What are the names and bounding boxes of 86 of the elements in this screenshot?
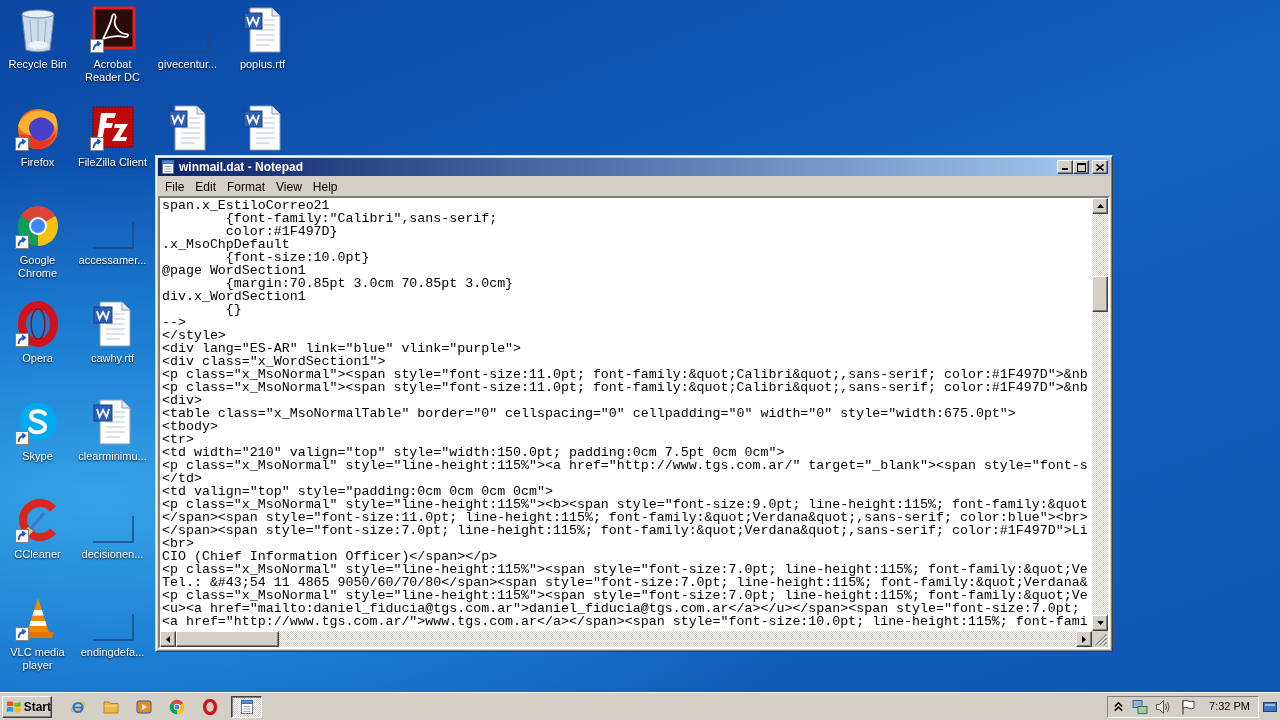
scroll-down-button[interactable] xyxy=(1092,615,1108,631)
title-bar[interactable]: winmail.dat - Notepad xyxy=(158,158,1110,176)
close-button[interactable] xyxy=(1092,160,1108,174)
text-line: <div> xyxy=(162,393,202,408)
taskbar-window-button[interactable] xyxy=(231,695,262,718)
text-line: @page WordSection1 xyxy=(162,263,306,278)
text-line: <a href="http://www.tgs.com.ar/">www.tgs.com.ar</a></span><span style="font-size:10.0pt; line-height:115%; font-fami xyxy=(162,614,1088,629)
size-grip-icon[interactable] xyxy=(1095,634,1107,646)
text-line: color:#1F497D} xyxy=(225,224,338,239)
scroll-right-button[interactable] xyxy=(1076,631,1092,647)
scroll-up-button[interactable] xyxy=(1092,198,1108,214)
desktop-icon-label[interactable]: accessamer... xyxy=(78,254,147,267)
window-title: winmail.dat - Notepad xyxy=(179,161,303,173)
scrollbar-thumb[interactable] xyxy=(1092,276,1108,312)
text-line: {font-family:"Calibri",sans-serif; xyxy=(225,211,498,226)
desktop-icon-label[interactable]: cawhy.rtf xyxy=(90,352,135,365)
flag-icon[interactable] xyxy=(1180,698,1197,715)
text-line: <tbody> xyxy=(162,419,218,434)
text-line: {margin:70.85pt 3.0cm 70.85pt 3.0cm} xyxy=(225,276,514,291)
text-line: .x_MsoChpDefault xyxy=(162,237,290,252)
clock[interactable]: 7:32 PM xyxy=(1209,701,1250,712)
minimize-button[interactable] xyxy=(1057,160,1073,174)
show-desktop-icon xyxy=(1263,701,1277,712)
maximize-button[interactable] xyxy=(1073,160,1089,174)
speaker-icon[interactable] xyxy=(1155,698,1172,715)
text-line: div.x_WordSection1 xyxy=(162,289,306,304)
chrome-icon xyxy=(169,698,185,715)
text-line: </style> xyxy=(162,328,226,343)
windows-logo-icon xyxy=(6,699,22,714)
scroll-left-button[interactable] xyxy=(160,631,176,647)
media-player-icon xyxy=(136,698,152,715)
text-line: <tr> xyxy=(162,432,194,447)
text-line: CIO (Chief Information Officer)</span></p> xyxy=(162,549,498,564)
opera-icon xyxy=(202,698,218,715)
menu-item[interactable]: Edit xyxy=(190,178,222,195)
text-line: <td valign="top" style="padding:0cm 0cm 0cm 0cm"> xyxy=(162,484,553,499)
menu-item[interactable]: File xyxy=(160,178,190,195)
up-arrow-icon xyxy=(1096,204,1104,208)
text-line: <td width="210" valign="top" style="width:150.0pt; padding:0cm 7.5pt 0cm 0cm"> xyxy=(162,445,785,460)
close-icon xyxy=(1096,163,1104,171)
desktop-icon-label[interactable]: Google Chrome xyxy=(0,254,75,280)
text-line: <p class="x_MsoNormal"><span style="font-size:11.0pt; font-family:&quot;Calibri&quot;,sans-serif; color:#1F497D">&nb xyxy=(162,367,1088,382)
horizontal-scrollbar[interactable] xyxy=(160,631,1092,647)
desktop-icon-label[interactable]: endingdefa... xyxy=(80,646,145,659)
text-line: span.x_EstiloCorreo21 xyxy=(162,198,330,213)
text-line: <p class="x_MsoNormal"><span style="font-size:11.0pt; font-family:&quot;Calibri&quot;,sans-serif; color:#1F497D">&nb xyxy=(162,380,1088,395)
menu-item[interactable]: Help xyxy=(307,178,343,195)
desktop-icon-label[interactable]: Opera xyxy=(22,352,53,365)
text-line: <div lang="ES-AR" link="blue" vlink="purple"> xyxy=(162,341,522,356)
start-button[interactable]: Start xyxy=(2,695,52,718)
left-arrow-icon xyxy=(166,635,170,643)
menu-item[interactable]: View xyxy=(271,178,307,195)
text-line: <p class="x_MsoNormal" style="line-height:115%"><span style="font-size:7.0pt; line-height:115%; font-family:&quot;Ve xyxy=(162,588,1088,603)
text-line: <table class="x_MsoNormalTable" border="0" cellspacing="0" cellpadding="0" width="0" style="width:675.0pt"> xyxy=(162,406,1016,421)
network-icon[interactable] xyxy=(1132,698,1149,715)
text-line: <p class="x_MsoNormal" style="line-height:115%"><span style="font-size:7.0pt; line-height:115%; font-family:&quot;Ve xyxy=(162,562,1088,577)
desktop-icon-label[interactable]: Acrobat Reader DC xyxy=(75,58,150,84)
notepad-icon xyxy=(238,698,255,715)
down-arrow-icon xyxy=(1096,621,1104,625)
text-line: </td> xyxy=(162,471,202,486)
text-line: <u><a href="mailto:daniel_fiducia@tgs.com.ar">daniel_fiducia@tgs.com.ar</a></u></span><span style="font-size:7.0pt; xyxy=(162,601,1080,616)
desktop-icon-label[interactable]: givecentur... xyxy=(157,58,218,71)
text-line: --> xyxy=(162,315,186,330)
text-line: <p class="x_MsoNormal" style="line-height:115%"><b><span style="font-size:9.0pt; line-height:115%; font-family:&quot xyxy=(162,497,1088,512)
desktop-icon-label[interactable]: VLC media player xyxy=(0,646,75,672)
desktop-icon-label[interactable]: poplus.rtf xyxy=(239,58,286,71)
folder-icon xyxy=(103,698,119,715)
minimize-icon xyxy=(1062,168,1068,170)
notepad-icon xyxy=(160,159,176,175)
text-line: <div class="x_WordSection1"> xyxy=(162,354,386,369)
desktop-icon-label[interactable]: FileZilla Client xyxy=(77,156,148,169)
right-arrow-icon xyxy=(1082,635,1086,643)
chevron-up-icon[interactable] xyxy=(1113,701,1125,712)
scrollbar-thumb[interactable] xyxy=(176,631,279,647)
desktop-icon-label[interactable]: Recycle Bin xyxy=(8,58,67,71)
text-line: {} xyxy=(225,302,242,317)
vertical-scrollbar[interactable] xyxy=(1092,198,1108,631)
text-line: {font-size:10.0pt} xyxy=(225,250,370,265)
maximize-icon xyxy=(1076,162,1086,172)
text-line: </span><span style="font-size:7.0pt; line-height:115%; font-family:&quot;Verdana&quot;,sans-serif; color:#1F497D">Li xyxy=(162,523,1088,538)
text-line: <p class="x_MsoNormal" style="line-height:115%"><a href="http://www.tgs.com.ar/" target="_blank"><span style="font-s xyxy=(162,458,1088,473)
text-line: </span><span style="font-size:11.0pt; line-height:115%; font-family:&quot;Verdana&quot;,sans-serif; color:blue"><br> xyxy=(162,510,1088,525)
desktop-icon-label[interactable]: Firefox xyxy=(20,156,55,169)
text-line: Tel.: &#43;54 11 4865 9050/60/70/80</span><span style="font-size:7.0pt; line-height:115%; font-family:&quot;Verdana& xyxy=(162,575,1088,590)
menu-item[interactable]: Format xyxy=(222,178,271,195)
text-line: <br> xyxy=(162,536,194,551)
